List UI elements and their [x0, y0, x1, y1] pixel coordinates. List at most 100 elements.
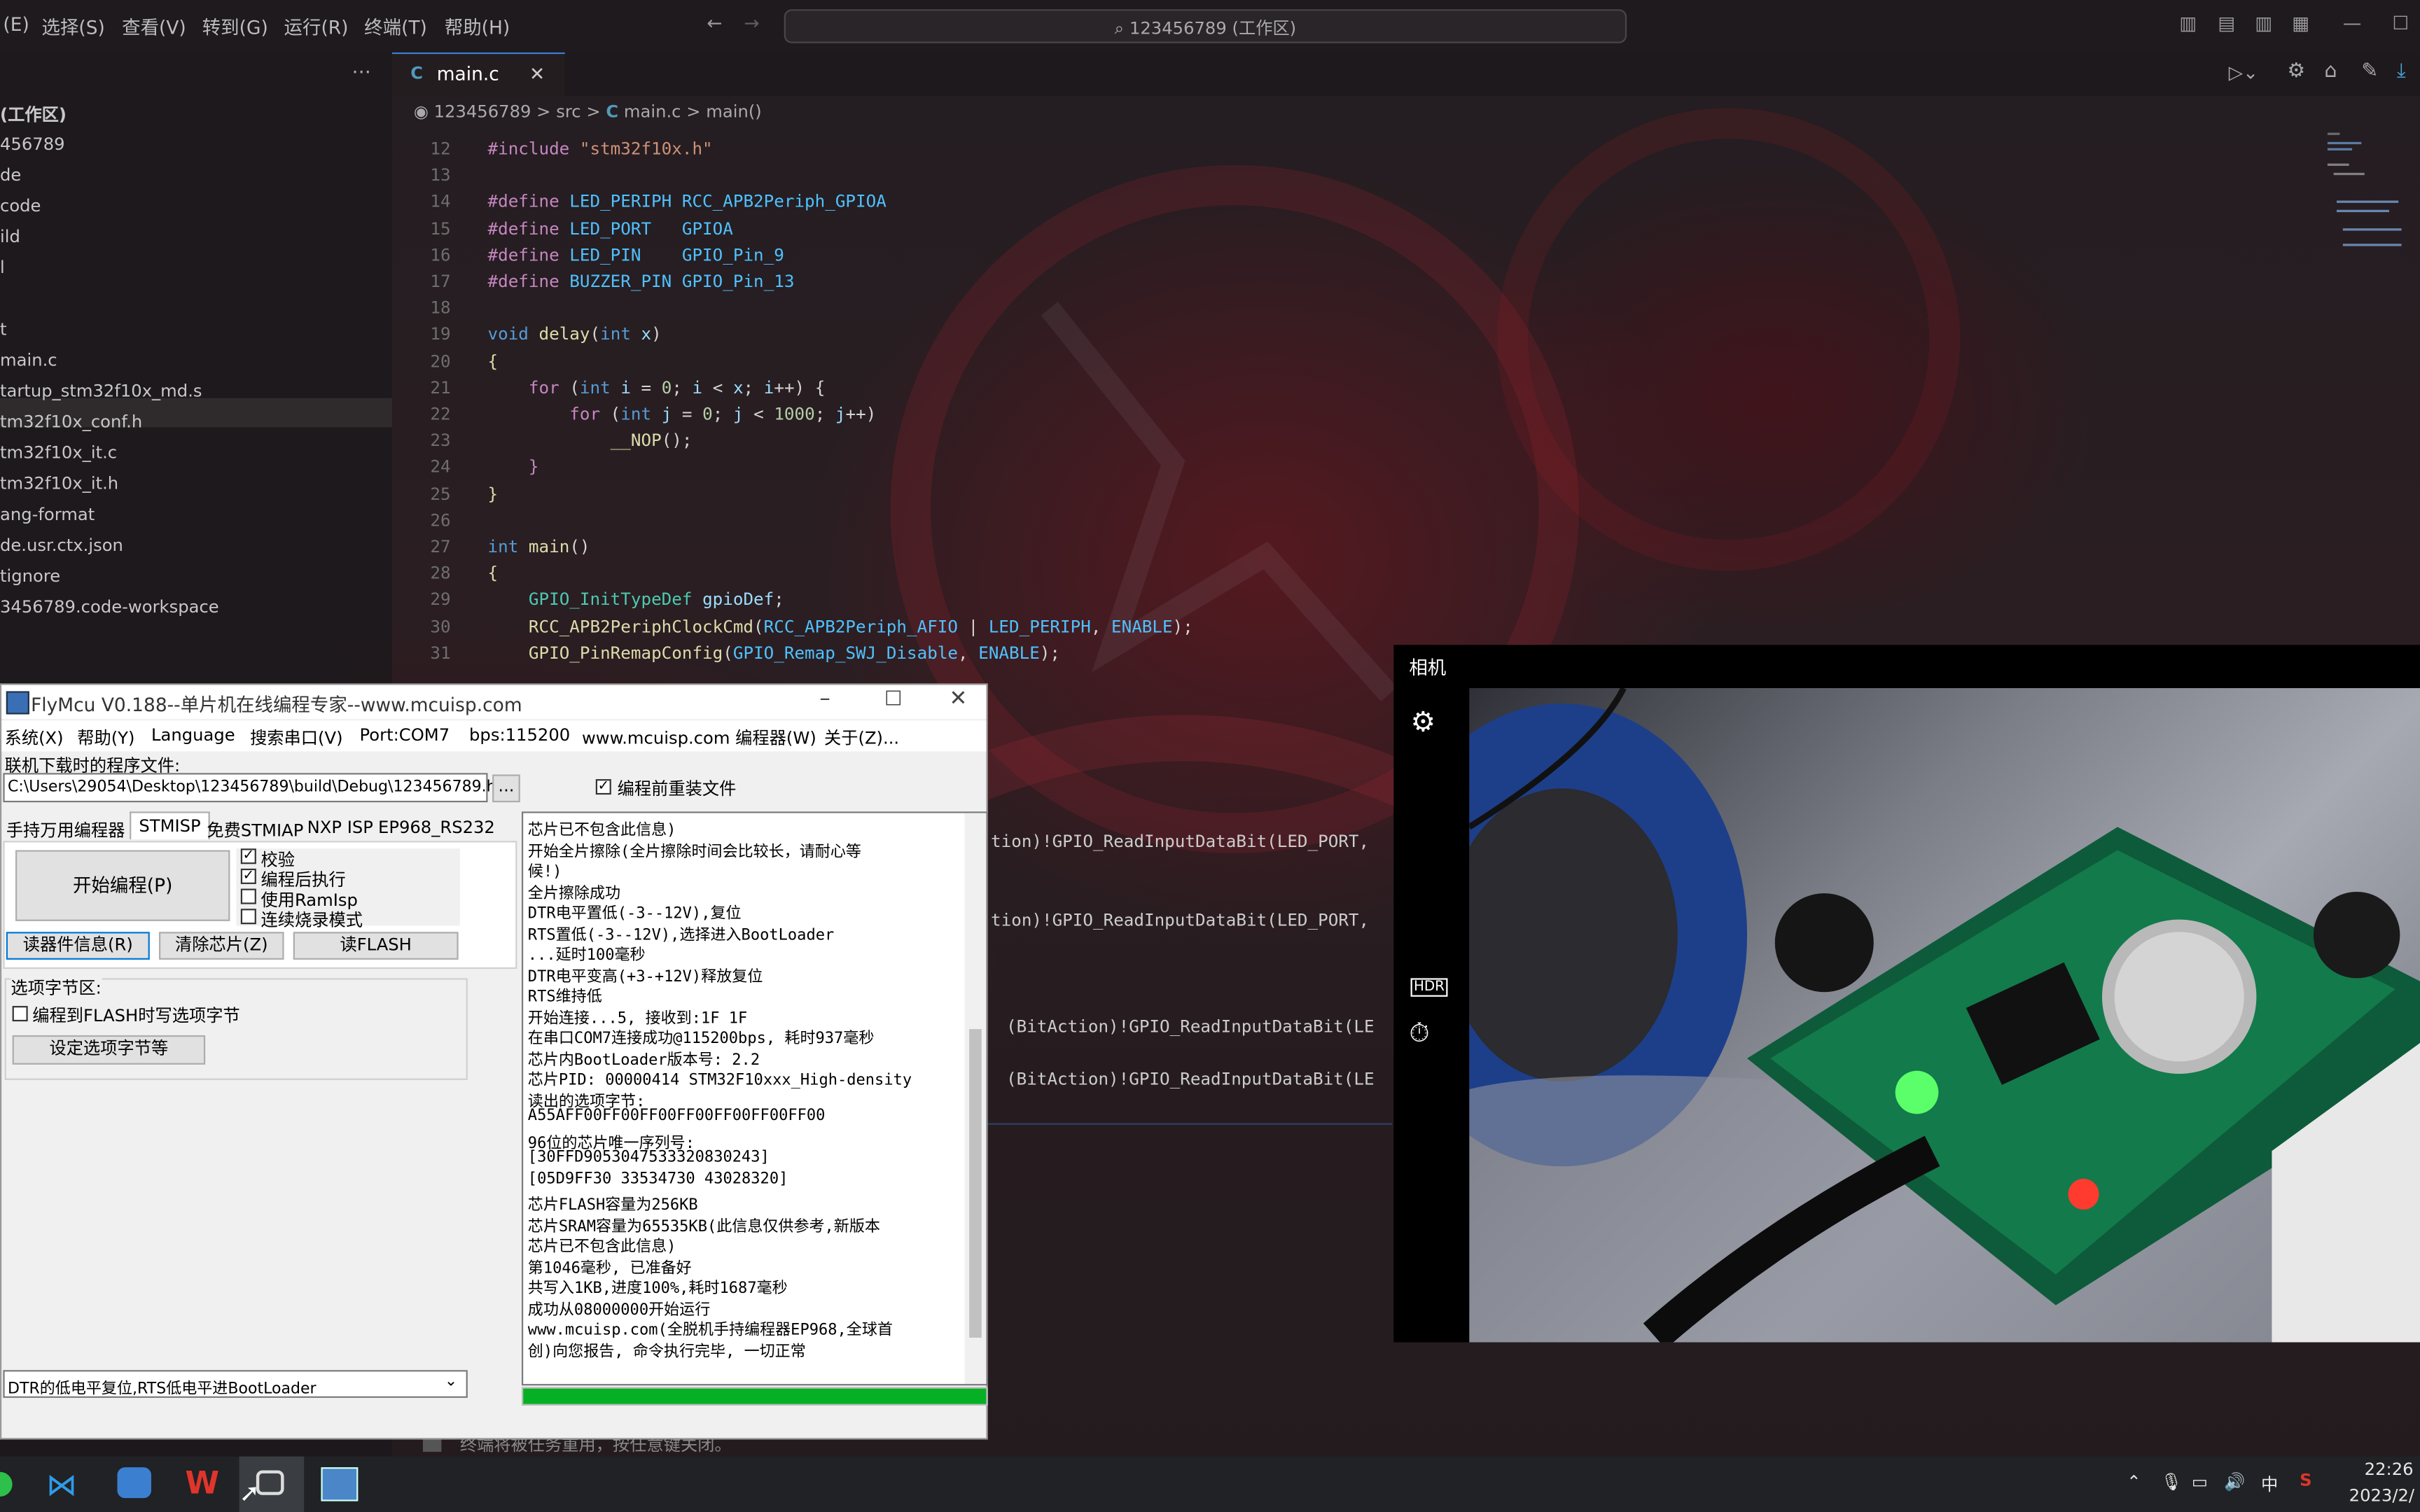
ramisp-checkbox[interactable] — [241, 889, 256, 904]
menu-help[interactable]: 帮助(Y) — [77, 725, 134, 750]
menu-help[interactable]: 帮助(H) — [445, 14, 510, 40]
explorer-item[interactable]: code — [0, 196, 41, 216]
camera-settings-icon[interactable]: ⚙ — [1411, 706, 1436, 738]
menu-edit[interactable]: (E) — [3, 14, 29, 36]
explorer-more-icon[interactable]: ··· — [352, 62, 371, 85]
hdr-icon[interactable]: HDR — [1411, 978, 1448, 996]
timer-icon[interactable]: ⏱ — [1409, 1018, 1429, 1049]
explorer-item[interactable]: tm32f10x_it.h — [0, 474, 118, 494]
breadcrumb-folder[interactable]: 123456789 — [434, 102, 531, 122]
microphone-icon[interactable]: 🎙 — [2161, 1472, 2183, 1492]
flymcu-app-icon[interactable] — [321, 1467, 358, 1501]
maximize-icon[interactable]: ☐ — [884, 688, 903, 711]
erase-chip-button[interactable]: 清除芯片(Z) — [159, 932, 284, 960]
verify-checkbox[interactable]: ✓ — [241, 848, 256, 864]
command-center-search[interactable]: ⌕ 123456789 (工作区) — [784, 9, 1627, 43]
download-icon[interactable]: ⤓ — [2397, 60, 2406, 83]
run-after-checkbox[interactable]: ✓ — [241, 869, 256, 884]
build-icon[interactable]: ⌂ — [2324, 60, 2337, 83]
log-scrollbar-thumb[interactable] — [969, 1029, 982, 1338]
tab-stmiap[interactable]: 免费STMIAP — [207, 818, 303, 842]
minimize-icon[interactable]: – — [819, 687, 830, 711]
minimize-icon[interactable]: — — [2343, 13, 2361, 34]
write-option-bytes-checkbox[interactable] — [13, 1006, 28, 1021]
tray-chevron-icon[interactable]: ⌃ — [2127, 1472, 2141, 1492]
line-number: 20 — [426, 351, 450, 372]
explorer-item[interactable]: ang-format — [0, 505, 95, 525]
back-arrow-icon[interactable]: ← — [707, 13, 722, 34]
menu-bps[interactable]: bps:115200 — [469, 725, 570, 746]
explorer-item[interactable]: t — [0, 319, 7, 340]
menu-system[interactable]: 系统(X) — [5, 725, 64, 750]
explorer-workspace-root[interactable]: (工作区) — [0, 102, 67, 126]
wps-app-icon[interactable]: W — [185, 1464, 219, 1502]
customize-layout-icon[interactable]: ▦ — [2292, 13, 2309, 34]
cloud-app-icon[interactable] — [118, 1467, 151, 1498]
explorer-item[interactable]: 3456789.code-workspace — [0, 597, 219, 617]
menu-about[interactable]: 关于(Z)... — [824, 725, 899, 750]
start-programming-button[interactable]: 开始编程(P) — [15, 850, 230, 920]
toggle-sidebar-icon[interactable]: ▥ — [2179, 13, 2197, 34]
flymcu-app-icon — [6, 691, 29, 714]
boot-mode-select[interactable]: DTR的低电平复位,RTS低电平进BootLoader ⌄ — [3, 1370, 467, 1398]
breadcrumb-symbol[interactable]: main() — [706, 102, 762, 122]
ime-indicator[interactable]: 中 — [2261, 1472, 2278, 1497]
breadcrumb: ◉ 123456789 > src > C main.c > main() — [414, 102, 762, 122]
explorer-item[interactable]: tignore — [0, 566, 60, 587]
clock-time[interactable]: 22:26 — [2365, 1460, 2414, 1480]
flymcu-log[interactable]: 芯片已不包含此信息)开始全片擦除(全片擦除时间会比较长，请耐心等候!)全片擦除成… — [522, 811, 988, 1385]
explorer-item[interactable]: de.usr.ctx.json — [0, 536, 123, 556]
explorer-item[interactable]: ild — [0, 227, 20, 247]
tab-ep968[interactable]: EP968_RS232 — [378, 818, 495, 838]
taskbar: ⋈ W ➚ — [0, 1457, 2420, 1512]
volume-icon[interactable]: 🔊 — [2224, 1472, 2245, 1492]
explorer-item[interactable]: de — [0, 165, 21, 186]
menu-port[interactable]: Port:COM7 — [360, 725, 450, 746]
menu-view[interactable]: 查看(V) — [122, 14, 186, 40]
tab-main-c[interactable]: C main.c ✕ — [392, 52, 565, 97]
network-icon[interactable]: ▭ — [2192, 1472, 2208, 1492]
tab-handheld[interactable]: 手持万用编程器 — [6, 818, 125, 842]
log-line: [30FFD9053047533320830243] — [528, 1149, 770, 1166]
browse-button[interactable]: ... — [492, 774, 520, 802]
read-flash-button[interactable]: 读FLASH — [293, 932, 459, 960]
breadcrumb-file[interactable]: main.c — [624, 102, 681, 122]
forward-arrow-icon[interactable]: → — [744, 13, 759, 34]
gear-icon[interactable]: ⚙ — [2287, 60, 2305, 83]
maximize-icon[interactable]: ☐ — [2392, 13, 2409, 34]
explorer-item[interactable]: tm32f10x_conf.h — [0, 412, 142, 432]
toggle-secondary-sidebar-icon[interactable]: ▥ — [2255, 13, 2272, 34]
explorer-item[interactable]: 456789 — [0, 134, 65, 155]
tab-stmisp[interactable]: STMISP — [130, 811, 210, 839]
menu-terminal[interactable]: 终端(T) — [364, 14, 427, 40]
toggle-panel-icon[interactable]: ▤ — [2218, 13, 2235, 34]
read-device-info-button[interactable]: 读器件信息(R) — [6, 932, 150, 960]
reload-checkbox[interactable]: ✓ — [596, 779, 611, 794]
sogou-ime-icon[interactable]: S — [2300, 1471, 2311, 1491]
set-option-bytes-button[interactable]: 设定选项字节等 — [13, 1035, 206, 1065]
explorer-item[interactable]: l — [0, 258, 5, 278]
vscode-app-icon[interactable]: ⋈ — [46, 1466, 77, 1503]
clock-date[interactable]: 2023/2/ — [2349, 1486, 2414, 1506]
close-icon[interactable]: ✕ — [950, 687, 968, 711]
explorer-item[interactable]: tm32f10x_it.c — [0, 443, 117, 463]
menu-go[interactable]: 转到(G) — [202, 14, 268, 40]
breadcrumb-separator: > — [536, 102, 550, 122]
explorer-item-main-c[interactable]: main.c — [0, 350, 57, 370]
hex-file-path-field[interactable]: C:\Users\29054\Desktop\123456789\build\D… — [3, 773, 487, 802]
tab-nxp-isp[interactable]: NXP ISP — [307, 818, 373, 838]
continuous-checkbox[interactable] — [241, 909, 256, 924]
clean-icon[interactable]: ✎ — [2361, 60, 2378, 83]
breadcrumb-src[interactable]: src — [556, 102, 580, 122]
run-debug-icon[interactable]: ▷⌄ — [2229, 62, 2259, 83]
menu-search-port[interactable]: 搜索串口(V) — [250, 725, 342, 750]
log-scrollbar[interactable] — [965, 813, 987, 1385]
tab-close-icon[interactable]: ✕ — [529, 63, 545, 85]
edge-app-icon[interactable] — [0, 1472, 13, 1497]
menu-selection[interactable]: 选择(S) — [42, 14, 105, 40]
minimap[interactable] — [2328, 133, 2405, 272]
menu-run[interactable]: 运行(R) — [284, 14, 349, 40]
explorer-item[interactable]: tartup_stm32f10x_md.s — [0, 381, 202, 401]
menu-language[interactable]: Language — [151, 725, 235, 746]
menu-programmer[interactable]: www.mcuisp.com 编程器(W) — [582, 725, 816, 750]
